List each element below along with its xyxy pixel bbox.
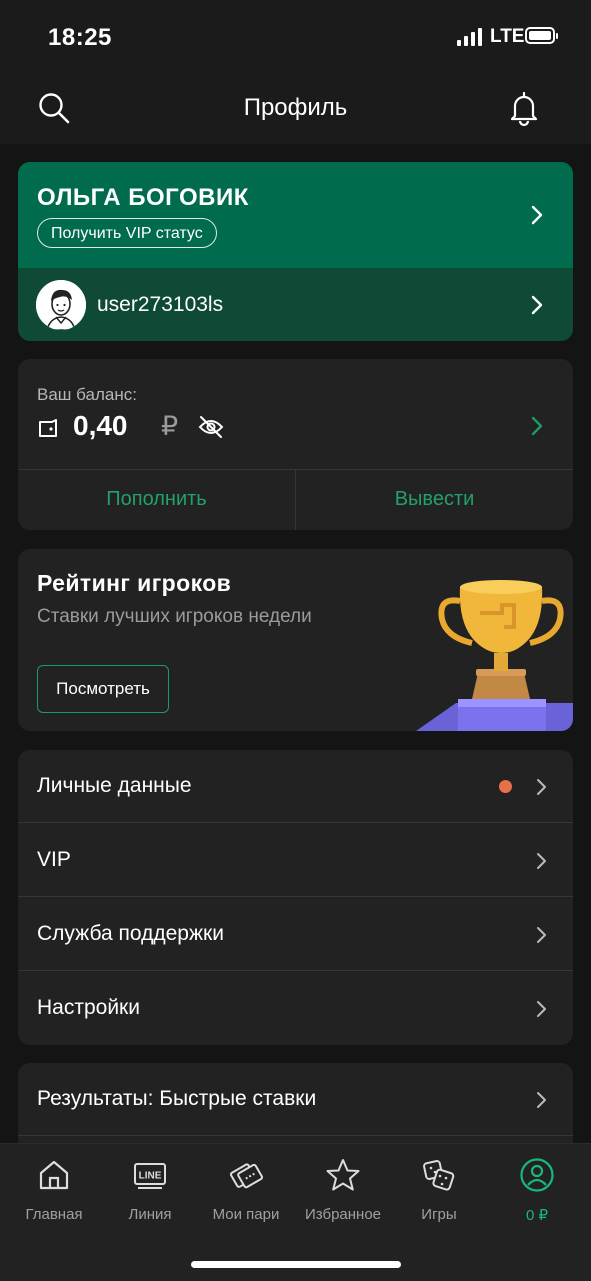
view-rating-button[interactable]: Посмотреть (37, 665, 169, 713)
chevron-right-icon (537, 853, 546, 869)
chevron-right-icon (531, 295, 543, 315)
chevron-right-icon[interactable] (526, 415, 548, 437)
app-header: Профиль (0, 72, 591, 144)
menu-item-personal-data[interactable]: Личные данные (18, 750, 573, 823)
balance-label: Ваш баланс: (37, 385, 137, 404)
divider (18, 970, 573, 971)
star-icon (326, 1159, 360, 1191)
home-icon (39, 1160, 69, 1190)
tab-home[interactable]: Главная (5, 1144, 103, 1239)
divider (18, 896, 573, 897)
status-bar: 18:25 LTE (0, 0, 591, 72)
tab-label: 0 ₽ (525, 1207, 549, 1224)
settings-menu: Личные данные VIP Служба поддержки Настр… (18, 750, 573, 1045)
menu-item-vip[interactable]: VIP (18, 824, 573, 897)
rating-subtitle: Ставки лучших игроков недели (37, 606, 312, 627)
tab-label: Избранное (304, 1206, 382, 1223)
tab-label: Главная (25, 1206, 83, 1223)
wallet-icon (39, 419, 57, 437)
divider (18, 822, 573, 823)
profile-header[interactable]: ОЛЬГА БОГОВИК Получить VIP статус (18, 162, 573, 268)
menu-item-label: Настройки (37, 996, 140, 1019)
menu-item-label: Личные данные (37, 774, 192, 797)
home-indicator (191, 1261, 401, 1268)
menu-item-support[interactable]: Служба поддержки (18, 898, 573, 971)
menu-item-quick-bets-results[interactable]: Результаты: Быстрые ставки (18, 1063, 573, 1136)
line-icon: LINE (134, 1163, 166, 1189)
menu-item-label: VIP (37, 848, 71, 871)
notification-dot (499, 780, 512, 793)
chevron-right-icon (531, 205, 543, 225)
withdraw-button[interactable]: Вывести (296, 469, 573, 530)
menu-item-label: Служба поддержки (37, 922, 224, 945)
tab-games[interactable]: Игры (390, 1144, 488, 1239)
chevron-right-icon (537, 779, 546, 795)
dice-icon (423, 1160, 455, 1191)
rating-card: Рейтинг игроков Ставки лучших игроков не… (18, 549, 573, 731)
divider (18, 1135, 573, 1136)
bell-icon[interactable] (504, 88, 544, 128)
menu-item-label: Результаты: Быстрые ставки (37, 1087, 317, 1110)
profile-card: ОЛЬГА БОГОВИК Получить VIP статус user27… (18, 162, 573, 341)
tab-label: Линия (128, 1206, 172, 1223)
line-icon-label: LINE (139, 1171, 162, 1182)
tab-label: Мои пари (212, 1206, 280, 1223)
tab-my-bets[interactable]: Мои пари (197, 1144, 295, 1239)
network-label: LTE (490, 26, 525, 47)
trophy-icon (416, 580, 573, 731)
balance-currency: ₽ (161, 411, 179, 441)
balance-card: Ваш баланс: 0,40 ₽ Пополнить Вывести (18, 359, 573, 530)
balance-amount: 0,40 (73, 410, 128, 441)
deposit-button[interactable]: Пополнить (18, 469, 295, 530)
tab-label: Игры (421, 1206, 457, 1223)
tab-favorites[interactable]: Избранное (294, 1144, 392, 1239)
avatar-illustration-icon (36, 280, 86, 330)
battery-icon (525, 27, 558, 44)
page-title: Профиль (243, 94, 348, 121)
profile-name: ОЛЬГА БОГОВИК (37, 184, 249, 211)
tickets-icon (229, 1163, 264, 1189)
tab-profile[interactable]: 0 ₽ (488, 1144, 586, 1239)
chevron-right-icon (537, 927, 546, 943)
status-time: 18:25 (48, 24, 112, 51)
username[interactable]: user273103ls (97, 293, 223, 317)
signal-icon (457, 28, 483, 46)
chevron-right-icon (537, 1092, 546, 1108)
chevron-right-icon (537, 1001, 546, 1017)
avatar (36, 280, 86, 330)
tab-line[interactable]: LINE Линия (101, 1144, 199, 1239)
profile-icon (520, 1158, 554, 1192)
eye-off-icon[interactable] (197, 415, 225, 439)
get-vip-button[interactable]: Получить VIP статус (37, 218, 217, 248)
rating-title: Рейтинг игроков (37, 570, 232, 596)
menu-item-settings[interactable]: Настройки (18, 972, 573, 1045)
